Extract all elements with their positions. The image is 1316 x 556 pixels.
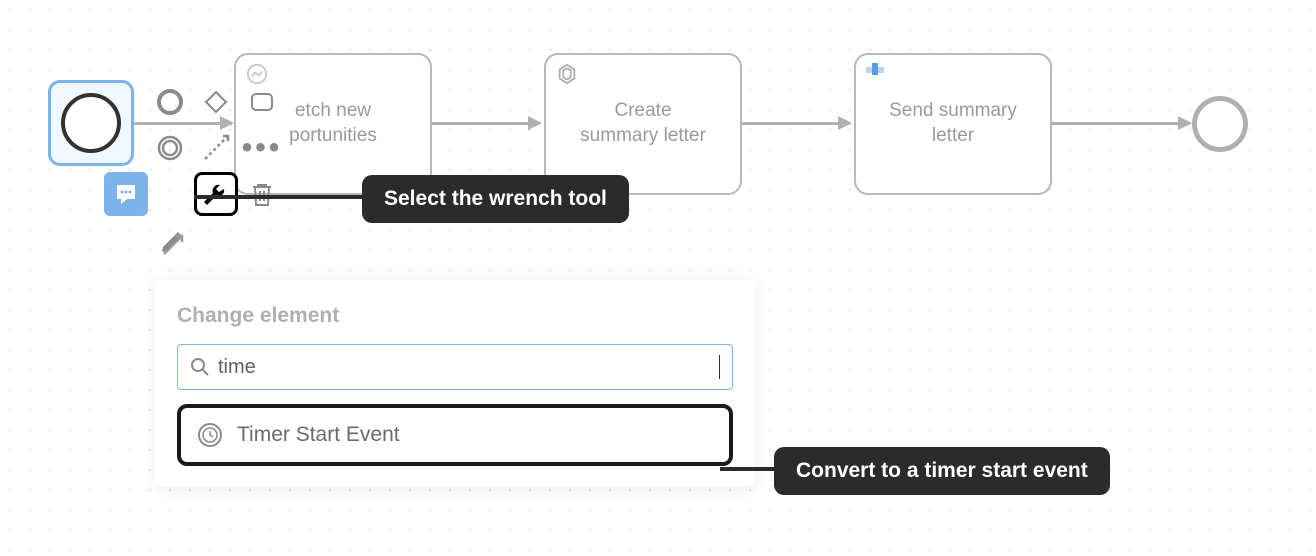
task-send-summary[interactable]: Send summary letter (854, 53, 1052, 195)
task-label-line: portunities (289, 124, 377, 149)
start-event-selected[interactable] (48, 80, 134, 166)
append-task-icon[interactable] (240, 80, 284, 124)
task-label-line: etch new (295, 99, 371, 124)
popup-option-label: Timer Start Event (237, 423, 400, 447)
change-element-popup: Change element Timer Start Event (155, 280, 755, 486)
append-intermediate-event-icon[interactable] (148, 126, 192, 170)
more-tools-icon[interactable]: ••• (240, 126, 284, 170)
wrench-tool-icon[interactable] (194, 172, 238, 216)
popup-title: Change element (177, 304, 733, 328)
end-event[interactable] (1192, 96, 1248, 152)
callout-text: Select the wrench tool (384, 187, 607, 210)
task-label-line: letter (932, 124, 974, 149)
connection-tool-icon[interactable] (194, 126, 238, 170)
task-label-line: Send summary (889, 99, 1017, 124)
search-input[interactable] (218, 356, 711, 379)
resize-handle-icon[interactable] (160, 232, 186, 258)
append-event-icon[interactable] (148, 80, 192, 124)
sequence-flow[interactable] (742, 122, 850, 125)
text-caret (719, 355, 720, 379)
popup-search[interactable] (177, 344, 733, 390)
openai-connector-icon (556, 63, 578, 85)
task-label-line: Create (614, 99, 671, 124)
send-connector-icon (866, 63, 888, 85)
callout-connector (194, 195, 362, 199)
popup-option-timer-start[interactable]: Timer Start Event (177, 404, 733, 466)
task-create-summary[interactable]: Create summary letter (544, 53, 742, 195)
timer-event-icon (197, 422, 223, 448)
callout-wrench: Select the wrench tool (362, 175, 629, 223)
annotation-tool-icon[interactable] (104, 172, 148, 216)
callout-text: Convert to a timer start event (796, 459, 1088, 482)
search-icon (190, 357, 210, 377)
append-gateway-icon[interactable] (194, 80, 238, 124)
delete-tool-icon[interactable] (240, 172, 284, 216)
callout-convert: Convert to a timer start event (774, 447, 1110, 495)
sequence-flow[interactable] (432, 122, 540, 125)
callout-connector (720, 467, 775, 471)
sequence-flow[interactable] (1052, 122, 1190, 125)
task-label-line: summary letter (580, 124, 706, 149)
start-event-circle (61, 93, 121, 153)
